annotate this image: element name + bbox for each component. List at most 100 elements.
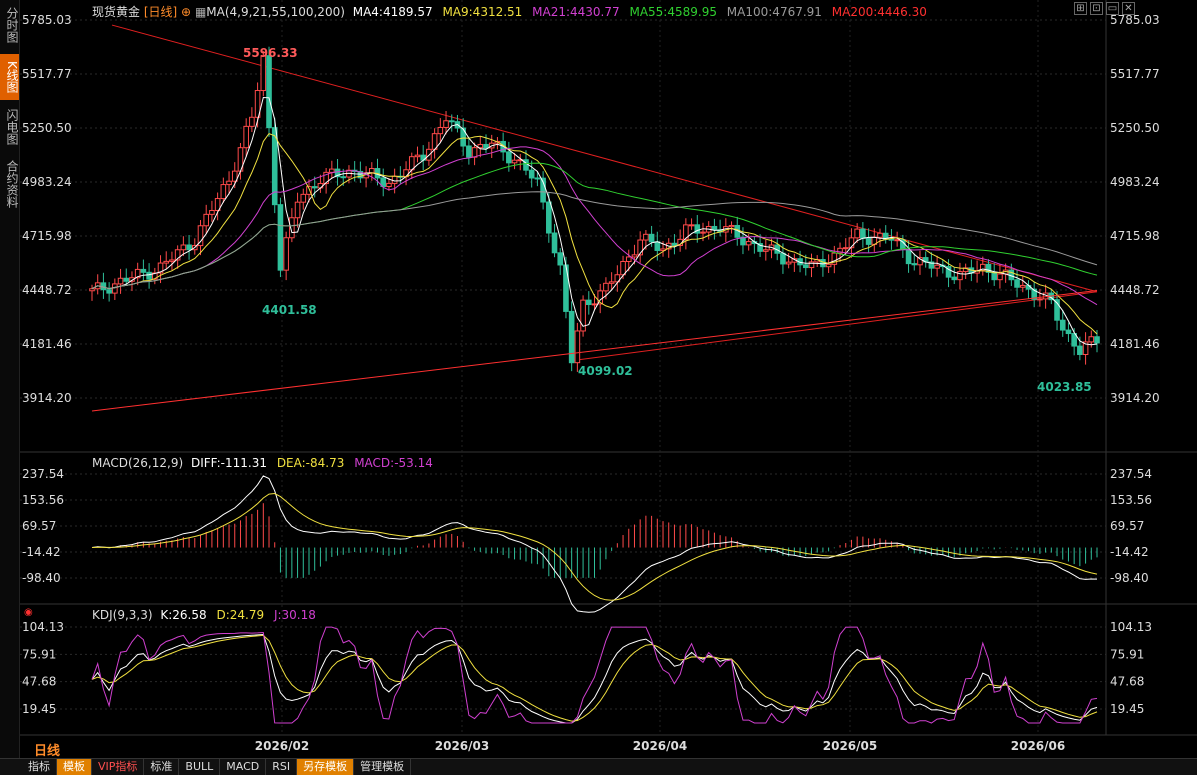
time-axis-label: 2026/04	[633, 739, 687, 753]
ma55-value: MA55:4589.95	[629, 5, 717, 19]
macd-axis-label-right: 237.54	[1110, 467, 1152, 481]
candle-body	[511, 159, 518, 164]
candle-body	[203, 213, 210, 227]
tab-kline[interactable]: K线图	[0, 54, 19, 100]
restore-icon[interactable]: ▭	[1106, 2, 1119, 15]
fit-icon[interactable]: ⊞	[1074, 2, 1087, 15]
candle-body	[1019, 284, 1026, 288]
candle-body	[123, 277, 130, 282]
zoom-icon[interactable]: ⊡	[1090, 2, 1103, 15]
settings-icon[interactable]: ⊕	[181, 5, 191, 19]
tab-template[interactable]: 模板	[57, 759, 92, 775]
candle-body	[905, 249, 912, 265]
candle-body	[249, 116, 255, 127]
tab-bull[interactable]: BULL	[179, 759, 221, 775]
candle-body	[911, 263, 918, 266]
tab-contract-info[interactable]: 合约资料	[0, 154, 19, 214]
macd-axis-label-left: 69.57	[22, 519, 56, 533]
tab-lightning[interactable]: 闪电图	[0, 104, 19, 150]
candle-body	[865, 237, 872, 245]
period-label: [日线]	[143, 5, 178, 19]
macd-diff-line	[91, 475, 1098, 613]
resistance-trendline	[111, 24, 1098, 293]
candle-body	[1094, 336, 1100, 344]
kdj-axis-label-right: 75.91	[1110, 647, 1144, 661]
low-label-3: 4023.85	[1037, 380, 1092, 394]
tab-indicators[interactable]: 指标	[22, 759, 57, 775]
kdj-axis-label-right: 104.13	[1110, 620, 1152, 634]
candle-body	[620, 260, 626, 276]
kdj-axis-label-right: 19.45	[1110, 702, 1144, 716]
price-axis-label-right: 5517.77	[1110, 67, 1160, 81]
candle-body	[112, 283, 118, 294]
macd-axis-label-right: -98.40	[1110, 571, 1149, 585]
tab-manage-template[interactable]: 管理模板	[354, 759, 412, 775]
candle-body	[220, 184, 227, 200]
tab-vip-indicators[interactable]: VIP指标	[92, 759, 145, 775]
price-axis-label-left: 3914.20	[22, 391, 72, 405]
candle-body	[471, 147, 478, 158]
candle-body	[448, 120, 455, 123]
kdj-settings-icon[interactable]: ◉	[24, 607, 33, 618]
tab-rsi[interactable]: RSI	[266, 759, 298, 775]
candle-body	[106, 289, 112, 294]
macd-axis-label-left: 237.54	[22, 467, 64, 481]
price-axis-label-right: 4181.46	[1110, 337, 1160, 351]
ma9-value: MA9:4312.51	[442, 5, 523, 19]
chart-area[interactable]: 5785.03 5785.03 5517.77 5517.77 5250.50 5250.…	[20, 0, 1197, 759]
candle-body	[186, 244, 192, 251]
candle-body	[169, 259, 175, 262]
price-axis-label-left: 4983.24	[22, 175, 72, 189]
kdj-axis-label-left: 47.68	[22, 675, 56, 689]
tab-save-template[interactable]: 另存模板	[297, 759, 355, 775]
kdj-j: J:30.18	[273, 608, 316, 622]
candle-body	[209, 209, 215, 215]
candle-body	[951, 276, 958, 281]
candle-body	[266, 55, 272, 129]
candle-body	[1088, 336, 1095, 343]
time-axis-label: 2026/02	[255, 739, 309, 753]
candle-body	[785, 261, 792, 265]
candle-body	[1014, 279, 1020, 288]
macd-axis-label-left: 153.56	[22, 493, 64, 507]
candle-body	[860, 228, 866, 239]
ma4-value: MA4:4189.57	[352, 5, 433, 19]
candle-body	[643, 233, 649, 241]
candle-body	[654, 241, 661, 251]
candle-body	[226, 180, 232, 186]
price-axis-label-right: 3914.20	[1110, 391, 1160, 405]
candle-body	[386, 182, 392, 187]
candle-body	[728, 224, 735, 228]
candle-body	[631, 254, 638, 258]
candle-body	[877, 232, 883, 238]
kdj-header: KDJ(9,3,3) K:26.58 D:24.79 J:30.18	[92, 608, 316, 622]
ma-label: MA(4,9,21,55,100,200)	[206, 5, 345, 19]
grid-icon[interactable]: ▦	[195, 5, 206, 19]
tab-standard[interactable]: 标准	[144, 759, 180, 775]
candle-body	[557, 252, 564, 266]
macd-diff: DIFF:-111.31	[190, 456, 267, 470]
candle-body	[528, 169, 535, 179]
sidebar: 分时图 K线图 闪电图 合约资料	[0, 0, 20, 758]
candle-body	[551, 232, 558, 254]
kline-chart[interactable]: 5785.03 5785.03 5517.77 5517.77 5250.50 5250.…	[20, 0, 1197, 758]
close-icon[interactable]: ✕	[1122, 2, 1135, 15]
macd-dea-line	[91, 492, 1098, 601]
candle-body	[483, 143, 489, 149]
candle-body	[163, 260, 170, 264]
low-label-2: 4099.02	[578, 364, 633, 378]
candle-body	[991, 271, 998, 281]
time-axis-label: 2026/03	[435, 739, 489, 753]
macd-axis-label-right: 153.56	[1110, 493, 1152, 507]
candle-body	[700, 231, 706, 234]
candle-body	[391, 175, 398, 184]
candle-body	[780, 252, 786, 265]
tab-time-sharing[interactable]: 分时图	[0, 2, 19, 48]
candle-body	[574, 330, 581, 364]
tab-macd[interactable]: MACD	[220, 759, 267, 775]
price-axis-label-right: 5785.03	[1110, 13, 1160, 27]
candle-body	[140, 268, 147, 273]
candle-body	[888, 238, 895, 241]
candle-body	[711, 225, 718, 231]
candle-body	[585, 299, 592, 306]
